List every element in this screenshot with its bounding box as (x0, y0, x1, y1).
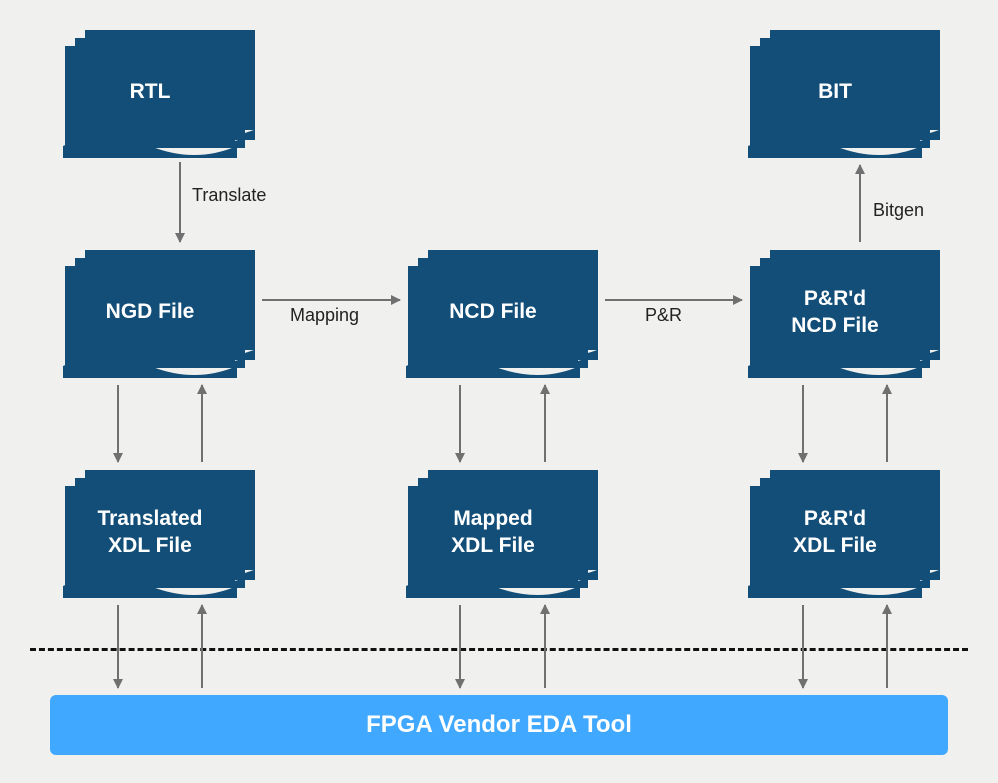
label-mapped-xdl: Mapped XDL File (408, 486, 578, 586)
label-ngd: NGD File (65, 266, 235, 366)
edge-label-pr: P&R (645, 305, 682, 326)
node-translated-xdl: Translated XDL File (65, 470, 255, 585)
node-pr-xdl: P&R'd XDL File (750, 470, 940, 585)
edge-label-bitgen: Bitgen (873, 200, 924, 221)
label-pr-xdl: P&R'd XDL File (750, 486, 920, 586)
node-ngd: NGD File (65, 250, 255, 365)
node-pr-ncd: P&R'd NCD File (750, 250, 940, 365)
label-bit: BIT (750, 46, 920, 146)
node-mapped-xdl: Mapped XDL File (408, 470, 598, 585)
process-boundary-divider (30, 648, 968, 651)
edge-label-translate: Translate (192, 185, 266, 206)
edge-label-mapping: Mapping (290, 305, 359, 326)
label-rtl: RTL (65, 46, 235, 146)
label-pr-ncd: P&R'd NCD File (750, 266, 920, 366)
node-ncd: NCD File (408, 250, 598, 365)
label-ncd: NCD File (408, 266, 578, 366)
label-translated-xdl: Translated XDL File (65, 486, 235, 586)
eda-tool-box: FPGA Vendor EDA Tool (50, 695, 948, 755)
node-rtl: RTL (65, 30, 255, 145)
node-bit: BIT (750, 30, 940, 145)
